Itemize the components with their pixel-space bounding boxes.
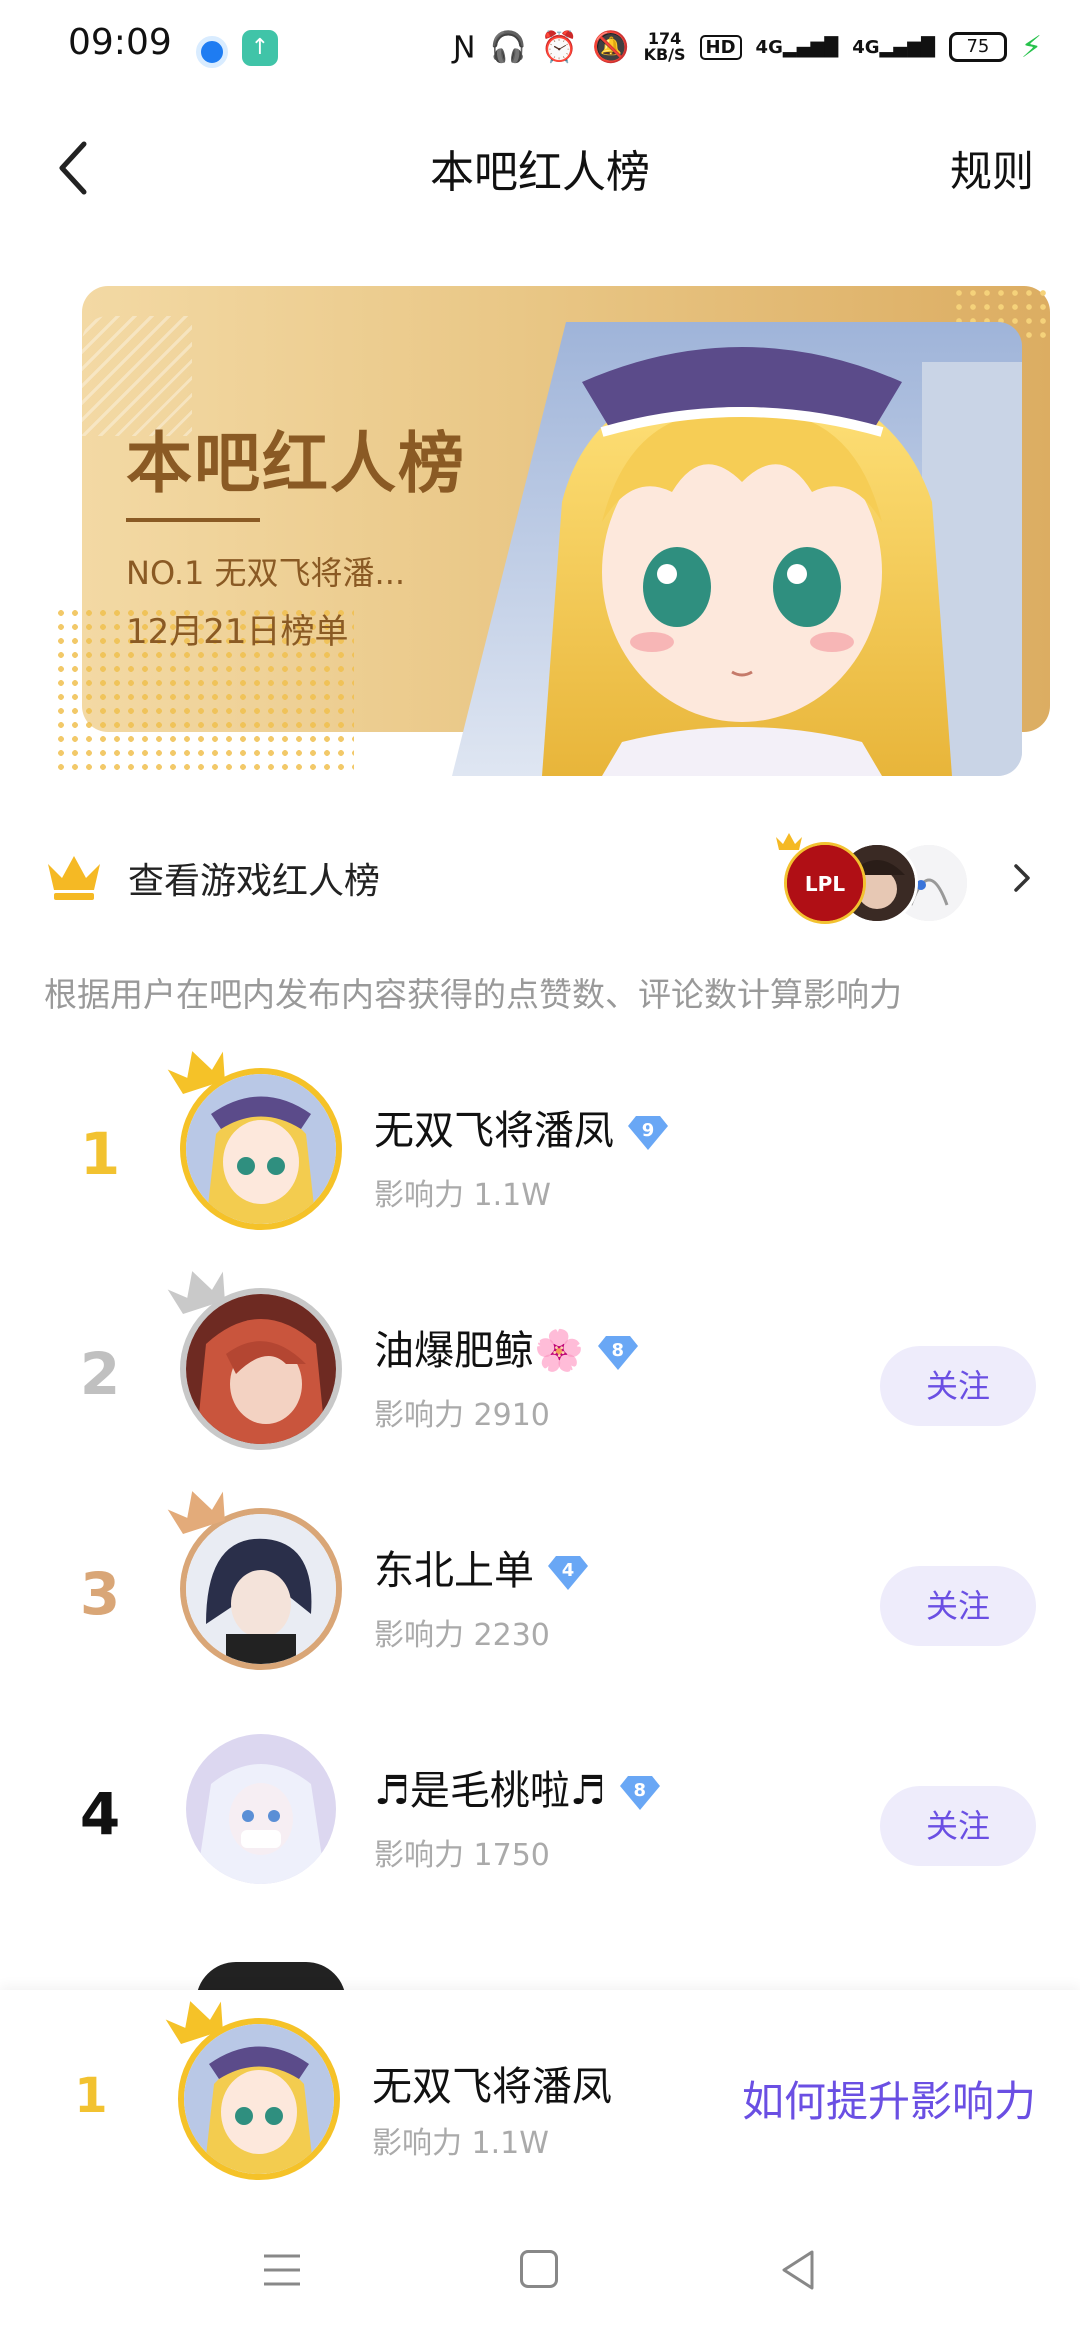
avatar[interactable] xyxy=(167,1491,350,1678)
nfc-icon: Ɲ xyxy=(453,29,476,65)
headset-icon: 🎧 xyxy=(489,29,527,65)
user-name: 油爆肥鲸🌸 xyxy=(374,1328,584,1374)
avatar-image xyxy=(180,1728,342,1890)
ranking-row[interactable]: 3 东北上单 4 影响力 2230 关注 xyxy=(0,1491,1080,1700)
crown-small-icon xyxy=(776,833,802,850)
banner[interactable]: 本吧红人榜 NO.1 无双飞将潘... 12月21日榜单 xyxy=(54,286,1052,776)
my-name: 无双飞将潘凤 xyxy=(372,2064,612,2110)
mute-icon: 🔕 xyxy=(592,29,630,65)
avatar[interactable] xyxy=(167,1271,350,1458)
user-influence: 影响力 1.1W xyxy=(374,1178,551,1213)
follow-button[interactable]: 关注 xyxy=(880,1566,1036,1646)
game-ranking-avatars: LPL xyxy=(776,833,984,924)
hd-icon: HD xyxy=(699,34,742,60)
ranking-description: 根据用户在吧内发布内容获得的点赞数、评论数计算影响力 xyxy=(44,975,902,1014)
app-notification-icon xyxy=(196,36,228,68)
game-ranking-label: 查看游戏红人榜 xyxy=(128,861,381,902)
my-rank-number: 1 xyxy=(74,2068,108,2124)
avatar[interactable] xyxy=(180,1728,350,1898)
system-nav-bar xyxy=(0,2200,1080,2340)
signal-icon-2: 4G▂▄▆█ xyxy=(852,36,935,58)
user-name: 东北上单 xyxy=(374,1548,534,1594)
level-badge-icon: 8 xyxy=(597,1334,638,1372)
rank-number: 1 xyxy=(79,1120,121,1188)
status-bar: 09:09 ↑ Ɲ 🎧 ⏰ 🔕 174 KB/S HD 4G▂▄▆█ 4G▂▄▆█… xyxy=(0,0,1080,96)
charging-icon: ⚡ xyxy=(1020,29,1042,65)
ranking-row[interactable]: 1 无双飞将潘凤 9 影响力 1.1W xyxy=(0,1051,1080,1260)
status-time: 09:09 xyxy=(68,22,172,63)
boost-influence-link[interactable]: 如何提升影响力 xyxy=(742,2068,1036,2129)
banner-title: 本吧红人榜 xyxy=(126,425,466,502)
user-name: 无双飞将潘凤 xyxy=(374,1108,614,1154)
follow-button[interactable]: 关注 xyxy=(880,1346,1036,1426)
my-influence: 影响力 1.1W xyxy=(372,2126,549,2161)
signal-icon-1: 4G▂▄▆█ xyxy=(755,36,839,58)
user-name: ♬是毛桃啦♬ xyxy=(374,1768,606,1814)
game-ranking-row[interactable]: 查看游戏红人榜 LPL xyxy=(0,824,1080,932)
crown-icon xyxy=(48,856,100,900)
banner-divider xyxy=(126,518,260,522)
network-speed: 174 KB/S xyxy=(643,29,686,64)
user-name-row[interactable]: ♬是毛桃啦♬ 8 xyxy=(374,1758,660,1816)
level-badge-icon: 9 xyxy=(628,1114,668,1152)
user-name-row[interactable]: 油爆肥鲸🌸 8 xyxy=(374,1318,638,1376)
my-avatar[interactable] xyxy=(165,2001,348,2188)
rank-number: 4 xyxy=(79,1780,121,1848)
battery-icon: 75 xyxy=(948,32,1007,62)
page-title: 本吧红人榜 xyxy=(430,147,650,198)
alarm-icon: ⏰ xyxy=(540,29,579,65)
user-name-row[interactable]: 无双飞将潘凤 9 xyxy=(374,1098,668,1156)
chevron-right-icon xyxy=(1014,864,1030,892)
svg-text:LPL: LPL xyxy=(805,872,845,896)
follow-button[interactable]: 关注 xyxy=(880,1786,1036,1866)
header: 本吧红人榜 规则 xyxy=(0,110,1080,220)
status-icons: Ɲ 🎧 ⏰ 🔕 174 KB/S HD 4G▂▄▆█ 4G▂▄▆█ 75 ⚡ xyxy=(453,22,1042,72)
banner-top-user: NO.1 无双飞将潘... xyxy=(126,554,406,592)
download-notification-icon: ↑ xyxy=(242,30,278,66)
rules-link[interactable]: 规则 xyxy=(950,138,1034,199)
level-badge-icon: 4 xyxy=(548,1554,588,1592)
my-rank-bar: 1 无双飞将潘凤 影响力 1.1W 如何提升影响力 xyxy=(0,1990,1080,2200)
back-triangle-icon[interactable] xyxy=(778,2248,818,2292)
user-influence: 影响力 1750 xyxy=(374,1838,550,1873)
home-icon[interactable] xyxy=(520,2250,558,2288)
level-badge-icon: 8 xyxy=(619,1774,660,1812)
rank-number: 3 xyxy=(79,1560,121,1628)
rank-number: 2 xyxy=(79,1340,121,1408)
ranking-row[interactable]: 2 油爆肥鲸🌸 8 影响力 2910 关注 xyxy=(0,1271,1080,1480)
avatar[interactable] xyxy=(167,1051,350,1238)
menu-icon[interactable] xyxy=(262,2252,302,2288)
ranking-row[interactable]: 4 ♬是毛桃啦♬ 8 影响力 1750 关注 xyxy=(0,1720,1080,1920)
user-name-row[interactable]: 东北上单 4 xyxy=(374,1538,588,1596)
banner-date: 12月21日榜单 xyxy=(126,612,349,652)
user-influence: 影响力 2910 xyxy=(374,1398,550,1433)
user-influence: 影响力 2230 xyxy=(374,1618,550,1653)
